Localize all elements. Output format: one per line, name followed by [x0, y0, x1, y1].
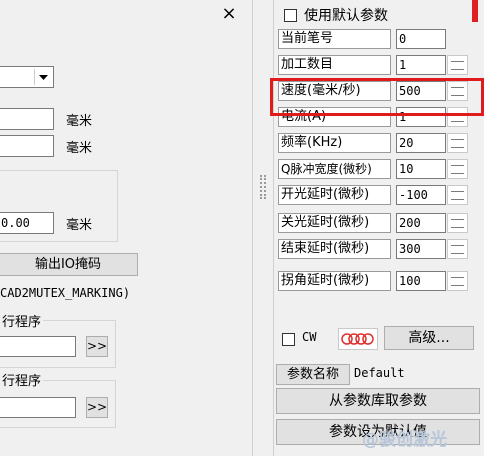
- splitter-grip[interactable]: [260, 175, 266, 199]
- param-label: 加工数目: [278, 55, 391, 75]
- param-name-button[interactable]: 参数名称: [276, 364, 350, 385]
- chevron-down-icon[interactable]: [34, 69, 51, 85]
- spin-control[interactable]: [447, 55, 468, 75]
- cw-checkbox[interactable]: [282, 333, 295, 346]
- advanced-button[interactable]: 高级...: [384, 326, 474, 350]
- param-label: Q脉冲宽度(微秒): [278, 159, 391, 179]
- cw-label: CW: [302, 330, 317, 344]
- spin-control[interactable]: [447, 159, 468, 179]
- panel-splitter[interactable]: [252, 0, 274, 456]
- use-default-label: 使用默认参数: [304, 8, 388, 24]
- program-path-input[interactable]: [0, 397, 76, 418]
- height-input[interactable]: [0, 135, 54, 157]
- spin-control[interactable]: [447, 133, 468, 153]
- width-input[interactable]: [0, 108, 54, 130]
- speed-highlight-box: [270, 78, 484, 116]
- param-label: 当前笔号: [278, 29, 391, 49]
- program-path-input[interactable]: [0, 336, 76, 357]
- unit-label: 毫米: [66, 114, 93, 129]
- mutex-text: CAD2MUTEX_MARKING): [0, 286, 131, 300]
- browse-button[interactable]: >>: [86, 336, 108, 357]
- spin-control[interactable]: [447, 213, 468, 233]
- param-label: 结束延时(微秒): [278, 239, 391, 259]
- group-title: 行程序: [0, 370, 44, 389]
- from-library-button[interactable]: 从参数库取参数: [276, 388, 480, 414]
- param-label: 频率(KHz): [278, 133, 391, 153]
- param-name-value: Default: [354, 366, 405, 380]
- left-panel: × 毫米 毫米 0.00 毫米 输出IO掩码 CAD2MUTEX_MARKING…: [0, 0, 252, 456]
- param-label: 拐角延时(微秒): [278, 271, 391, 291]
- pulse-wave-icon[interactable]: [338, 328, 378, 350]
- use-default-checkbox[interactable]: [284, 9, 297, 22]
- param-input[interactable]: 0: [396, 29, 446, 49]
- unit-label: 毫米: [66, 141, 93, 156]
- spin-control[interactable]: [447, 185, 468, 205]
- browse-button[interactable]: >>: [86, 397, 108, 418]
- param-input[interactable]: 20: [396, 133, 446, 153]
- param-input[interactable]: 300: [396, 239, 446, 259]
- unit-label: 毫米: [66, 218, 93, 233]
- spin-control[interactable]: [447, 239, 468, 259]
- scroll-indicator: [472, 0, 478, 22]
- offset-input[interactable]: 0.00: [0, 212, 54, 234]
- param-input[interactable]: -100: [396, 185, 446, 205]
- param-input[interactable]: 1: [396, 55, 446, 75]
- param-input[interactable]: 10: [396, 159, 446, 179]
- param-input[interactable]: 200: [396, 213, 446, 233]
- watermark: @骏创激光: [362, 430, 447, 450]
- param-label: 开光延时(微秒): [278, 185, 391, 205]
- output-io-mask-button[interactable]: 输出IO掩码: [0, 253, 138, 276]
- group-title: 行程序: [0, 311, 44, 330]
- param-label: 关光延时(微秒): [278, 213, 391, 233]
- param-input[interactable]: 100: [396, 271, 446, 291]
- close-icon[interactable]: ×: [218, 4, 240, 24]
- type-combobox[interactable]: [0, 66, 54, 88]
- spin-control[interactable]: [447, 271, 468, 291]
